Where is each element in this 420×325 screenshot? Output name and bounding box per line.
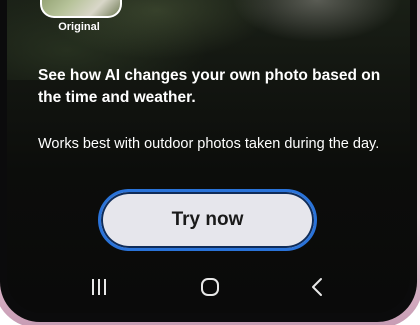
home-button[interactable] [190, 272, 230, 302]
home-icon [201, 278, 219, 296]
promo-body-text: Works best with outdoor photos taken dur… [38, 136, 380, 152]
recents-icon [92, 279, 106, 295]
recents-button[interactable] [79, 272, 119, 302]
original-photo-thumbnail[interactable] [40, 0, 122, 18]
back-button[interactable] [297, 272, 337, 302]
screenshot: Original See how AI changes your own pho… [0, 0, 420, 325]
thumbnail-label: Original [58, 21, 100, 33]
try-now-button[interactable]: Try now [98, 189, 317, 251]
try-now-button-label: Try now [171, 209, 244, 230]
navigation-bar [7, 272, 410, 302]
promo-headline: See how AI changes your own photo based … [38, 67, 381, 106]
phone-screen: Original See how AI changes your own pho… [7, 0, 410, 313]
back-icon [312, 278, 322, 296]
